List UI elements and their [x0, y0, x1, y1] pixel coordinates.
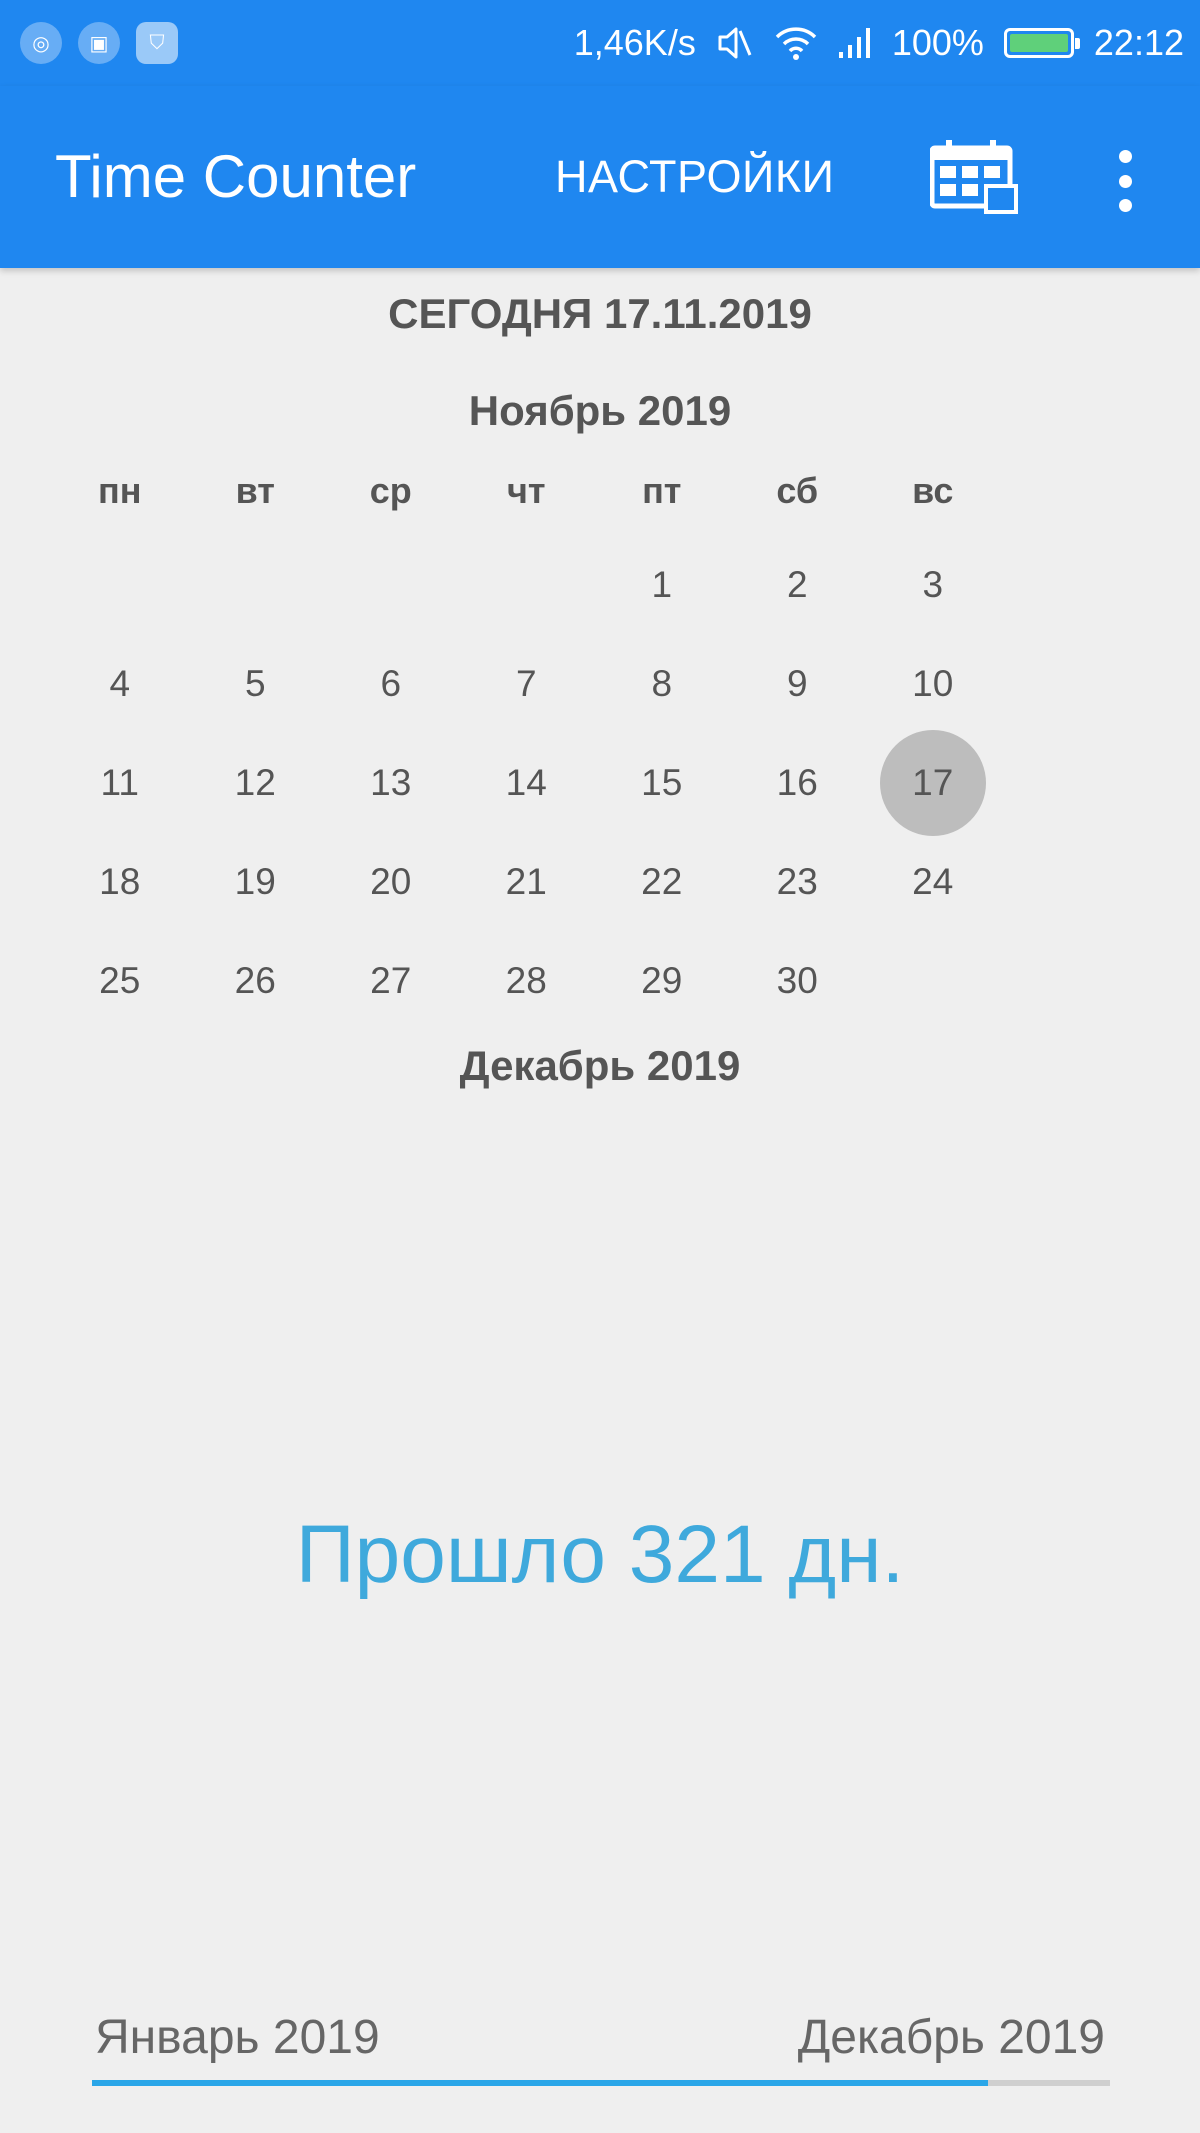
calendar-day[interactable]: 21	[459, 832, 595, 931]
calendar-day-number: 20	[370, 860, 412, 902]
clock: 22:12	[1093, 22, 1184, 63]
calendar-day-number: 30	[776, 959, 818, 1001]
calendar-day-number: 17	[912, 761, 954, 803]
calendar-day[interactable]: 24	[865, 832, 1001, 931]
current-month-title: Ноябрь 2019	[468, 387, 732, 434]
today-label: СЕГОДНЯ 17.11.2019	[388, 290, 812, 337]
weekday-label: ср	[369, 470, 412, 511]
signal-icon	[838, 26, 872, 60]
android-notification-icon: ◎	[20, 22, 62, 64]
calendar-day[interactable]: 28	[459, 931, 595, 1030]
calendar-day[interactable]: 19	[188, 832, 324, 931]
weekday-label: пт	[642, 470, 682, 511]
network-speed: 1,46K/s	[573, 22, 696, 63]
calendar-day[interactable]: 27	[323, 931, 459, 1030]
weekday-label: чт	[506, 470, 546, 511]
app-bar: Time Counter НАСТРОЙКИ	[0, 86, 1200, 268]
calendar-day-number: 21	[505, 860, 547, 902]
range-end-label: Декабрь 2019	[797, 2011, 1105, 2064]
screenshot-notification-icon: ▣	[78, 22, 120, 64]
calendar-day[interactable]: 18	[52, 832, 188, 931]
calendar-day[interactable]: 16	[730, 733, 866, 832]
calendar-day-number: 12	[234, 761, 276, 803]
calendar-day-number: 7	[515, 662, 537, 704]
calendar-day[interactable]: 30	[730, 931, 866, 1030]
calendar-day-number: 29	[641, 959, 683, 1001]
calendar-day-number: 9	[786, 662, 808, 704]
calendar-day-number: 11	[100, 761, 139, 803]
calendar-day-number: 14	[505, 761, 547, 803]
calendar-day[interactable]: 13	[323, 733, 459, 832]
calendar-day-selected[interactable]: 17	[865, 729, 1001, 836]
calendar-day[interactable]: 12	[188, 733, 324, 832]
calendar-days-grid: 1 2 3 4 5 6 7 8 9 10 11 12 13 14 15 16 17 18 19 20 21 22 23 24 2…	[52, 535, 1137, 1030]
weekday-header: пн вт ср чт пт сб вс	[52, 470, 1137, 512]
next-month-title: Декабрь 2019	[459, 1042, 741, 1089]
calendar-day-number: 27	[370, 959, 412, 1001]
calendar-day-number: 2	[786, 563, 808, 605]
calendar-day[interactable]: 2	[730, 535, 866, 634]
shield-notification-icon: ⛉	[136, 22, 178, 64]
calendar-day[interactable]: 25	[52, 931, 188, 1030]
battery-level	[1009, 34, 1068, 52]
notification-icons: ◎ ▣ ⛉	[20, 22, 178, 64]
calendar-day-number: 19	[234, 860, 276, 902]
calendar-day[interactable]: 6	[323, 634, 459, 733]
calendar-day-number: 25	[99, 959, 141, 1001]
calendar-day-number: 28	[505, 959, 547, 1001]
calendar-day[interactable]: 11	[52, 733, 188, 832]
calendar-day-number: 10	[912, 662, 954, 704]
calendar-day-number: 3	[922, 563, 944, 605]
calendar-day-number: 26	[234, 959, 276, 1001]
calendar-day[interactable]: 29	[594, 931, 730, 1030]
calendar-day[interactable]: 1	[594, 535, 730, 634]
calendar-icon[interactable]	[929, 138, 1020, 218]
calendar-day[interactable]: 8	[594, 634, 730, 733]
calendar-day-number: 22	[641, 860, 683, 902]
status-indicators: 1,46K/s 100% 22:12	[574, 0, 1184, 86]
weekday-label: сб	[776, 470, 819, 511]
calendar-day[interactable]: 5	[188, 634, 324, 733]
wifi-icon	[774, 25, 818, 61]
calendar-day[interactable]: 7	[459, 634, 595, 733]
calendar-day-number: 6	[380, 662, 402, 704]
more-vert-icon[interactable]	[1100, 146, 1150, 216]
calendar-day[interactable]: 20	[323, 832, 459, 931]
calendar-day-number: 1	[651, 563, 673, 605]
weekday-label: вс	[912, 470, 954, 511]
range-start-label: Январь 2019	[95, 2011, 380, 2064]
calendar-day-number: 16	[776, 761, 818, 803]
battery-icon	[1003, 28, 1080, 58]
elapsed-days-counter: Прошло 321 дн.	[295, 1509, 905, 1600]
calendar-day[interactable]: 23	[730, 832, 866, 931]
calendar-day[interactable]: 4	[52, 634, 188, 733]
calendar-day-number: 15	[641, 761, 683, 803]
calendar-day-number: 24	[912, 860, 954, 902]
calendar-day[interactable]: 14	[459, 733, 595, 832]
range-progress-bar	[92, 2080, 1110, 2086]
calendar-day[interactable]: 15	[594, 733, 730, 832]
status-bar: ◎ ▣ ⛉ 1,46K/s 100% 22:12	[0, 0, 1200, 86]
calendar-day[interactable]: 22	[594, 832, 730, 931]
calendar-day[interactable]: 3	[865, 535, 1001, 634]
calendar-day-number: 18	[99, 860, 141, 902]
calendar-day-number: 23	[776, 860, 818, 902]
range-progress-fill	[92, 2080, 988, 2086]
calendar-day-number: 13	[370, 761, 412, 803]
settings-button[interactable]: НАСТРОЙКИ	[555, 86, 834, 268]
calendar-day-number: 4	[109, 662, 131, 704]
mute-icon	[716, 25, 754, 61]
calendar-day[interactable]: 9	[730, 634, 866, 733]
calendar-day-number: 8	[651, 662, 673, 704]
weekday-label: вт	[235, 470, 275, 511]
calendar-day[interactable]: 10	[865, 634, 1001, 733]
battery-percent: 100%	[891, 22, 984, 63]
calendar-day[interactable]: 26	[188, 931, 324, 1030]
weekday-label: пн	[98, 470, 142, 511]
app-title: Time Counter	[55, 143, 417, 210]
calendar-day-number: 5	[244, 662, 266, 704]
